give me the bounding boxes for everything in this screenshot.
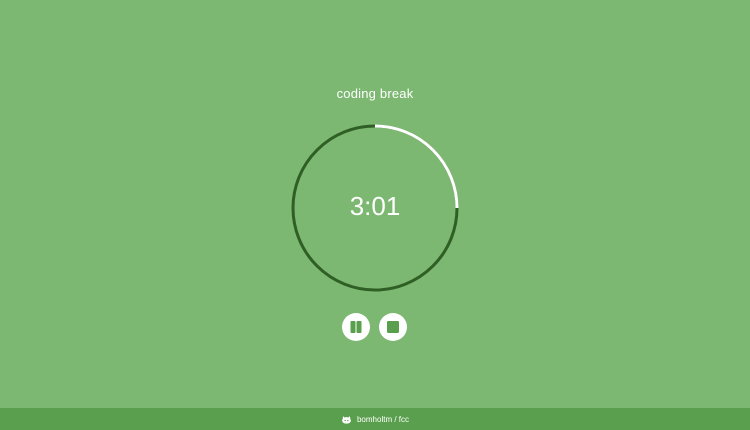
stop-icon <box>387 321 399 333</box>
time-remaining: 3:01 <box>349 191 401 221</box>
footer: bomholtm / fcc <box>0 408 750 430</box>
pause-icon <box>350 321 362 333</box>
stop-button[interactable] <box>379 313 407 341</box>
footer-link[interactable]: bomholtm / fcc <box>357 415 409 424</box>
pause-button[interactable] <box>342 313 370 341</box>
github-icon[interactable] <box>341 414 352 425</box>
timer-ring: 3:01 <box>290 123 460 293</box>
timer-controls <box>342 313 407 341</box>
session-title: coding break <box>336 86 414 101</box>
